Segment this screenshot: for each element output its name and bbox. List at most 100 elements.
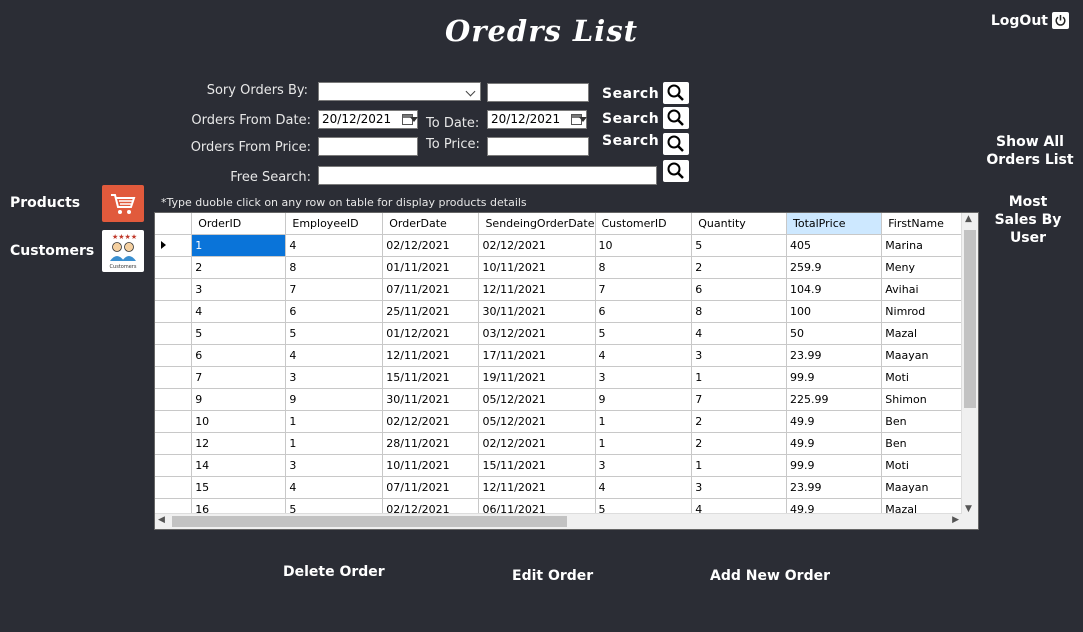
table-cell[interactable]: 1: [691, 366, 787, 389]
table-cell[interactable]: 30/11/2021: [382, 388, 480, 411]
table-cell[interactable]: 7: [285, 278, 384, 301]
scroll-right-icon[interactable]: ▶: [952, 515, 959, 525]
price-search-button[interactable]: Search: [602, 133, 659, 149]
row-header[interactable]: [155, 388, 193, 411]
table-cell[interactable]: 104.9: [786, 278, 883, 301]
table-cell[interactable]: 5: [595, 322, 693, 345]
table-cell[interactable]: 15: [191, 476, 287, 499]
free-search-input[interactable]: [318, 166, 657, 185]
table-cell[interactable]: 02/12/2021: [478, 234, 596, 257]
column-header[interactable]: Quantity: [691, 213, 787, 235]
table-row[interactable]: 10 1 02/12/2021 05/12/2021 1 2 49.9 Ben: [155, 410, 978, 433]
row-header[interactable]: [155, 256, 193, 279]
row-header[interactable]: [155, 344, 193, 367]
sort-select[interactable]: [318, 82, 481, 101]
table-row[interactable]: 15 4 07/11/2021 12/11/2021 4 3 23.99 Maayan: [155, 476, 978, 499]
row-header[interactable]: [155, 476, 193, 499]
table-cell[interactable]: 6: [285, 300, 384, 323]
row-header[interactable]: [155, 454, 193, 477]
table-cell[interactable]: 99.9: [786, 366, 883, 389]
table-cell[interactable]: 25/11/2021: [382, 300, 480, 323]
delete-order-button[interactable]: Delete Order: [283, 564, 385, 580]
customers-icon[interactable]: ★★★★ Customers: [102, 230, 144, 272]
table-cell[interactable]: 5: [691, 234, 787, 257]
table-row[interactable]: 4 6 25/11/2021 30/11/2021 6 8 100 Nimrod: [155, 300, 978, 323]
table-cell[interactable]: 17/11/2021: [478, 344, 596, 367]
table-cell[interactable]: 100: [786, 300, 883, 323]
table-row[interactable]: 5 5 01/12/2021 03/12/2021 5 4 50 Mazal: [155, 322, 978, 345]
from-date-picker[interactable]: 20/12/2021: [318, 110, 418, 129]
table-cell[interactable]: 7: [595, 278, 693, 301]
table-cell[interactable]: 7: [691, 388, 787, 411]
table-cell[interactable]: 5: [191, 322, 287, 345]
column-header[interactable]: EmployeeID: [285, 213, 384, 235]
table-cell[interactable]: 4: [285, 234, 384, 257]
row-header[interactable]: [155, 432, 193, 455]
table-cell[interactable]: 99.9: [786, 454, 883, 477]
table-cell[interactable]: 3: [595, 454, 693, 477]
table-cell[interactable]: 19/11/2021: [478, 366, 596, 389]
table-cell[interactable]: 12: [191, 432, 287, 455]
table-cell[interactable]: 12/11/2021: [382, 344, 480, 367]
table-row[interactable]: 6 4 12/11/2021 17/11/2021 4 3 23.99 Maayan: [155, 344, 978, 367]
table-cell[interactable]: 1: [691, 454, 787, 477]
table-cell[interactable]: 6: [595, 300, 693, 323]
search-icon[interactable]: [663, 107, 689, 129]
table-row[interactable]: 3 7 07/11/2021 12/11/2021 7 6 104.9 Avihai: [155, 278, 978, 301]
cart-icon[interactable]: [102, 185, 144, 222]
row-header[interactable]: [155, 234, 193, 257]
table-cell[interactable]: 2: [691, 432, 787, 455]
table-cell[interactable]: 50: [786, 322, 883, 345]
table-cell[interactable]: 4: [191, 300, 287, 323]
table-cell[interactable]: 12/11/2021: [478, 476, 596, 499]
table-cell[interactable]: 3: [595, 366, 693, 389]
table-cell[interactable]: 3: [691, 476, 787, 499]
table-cell[interactable]: 10: [595, 234, 693, 257]
scroll-left-icon[interactable]: ◀: [158, 515, 165, 525]
free-search-icon[interactable]: [663, 160, 689, 182]
logout-button[interactable]: LogOut: [991, 12, 1069, 29]
table-cell[interactable]: 5: [285, 322, 384, 345]
table-cell[interactable]: 2: [691, 256, 787, 279]
table-cell[interactable]: 4: [285, 476, 384, 499]
table-row[interactable]: 9 9 30/11/2021 05/12/2021 9 7 225.99 Shimon: [155, 388, 978, 411]
table-cell[interactable]: 30/11/2021: [478, 300, 596, 323]
horizontal-scroll-thumb[interactable]: [172, 516, 567, 527]
table-cell[interactable]: 4: [595, 344, 693, 367]
table-cell[interactable]: 02/12/2021: [478, 432, 596, 455]
table-cell[interactable]: 3: [285, 454, 384, 477]
table-cell[interactable]: 49.9: [786, 410, 883, 433]
table-cell[interactable]: 3: [691, 344, 787, 367]
table-cell[interactable]: 28/11/2021: [382, 432, 480, 455]
column-header[interactable]: SendeingOrderDate: [478, 213, 596, 235]
table-cell[interactable]: 4: [285, 344, 384, 367]
table-cell[interactable]: 4: [595, 476, 693, 499]
row-header[interactable]: [155, 300, 193, 323]
table-cell[interactable]: 05/12/2021: [478, 388, 596, 411]
table-cell[interactable]: 2: [191, 256, 287, 279]
table-cell[interactable]: 2: [691, 410, 787, 433]
table-cell[interactable]: 8: [285, 256, 384, 279]
search-icon[interactable]: [663, 82, 689, 104]
table-cell[interactable]: 6: [691, 278, 787, 301]
table-row[interactable]: 7 3 15/11/2021 19/11/2021 3 1 99.9 Moti: [155, 366, 978, 389]
table-cell[interactable]: 23.99: [786, 344, 883, 367]
table-cell[interactable]: 12/11/2021: [478, 278, 596, 301]
table-cell[interactable]: 07/11/2021: [382, 476, 480, 499]
vertical-scroll-thumb[interactable]: [964, 230, 976, 408]
table-row[interactable]: 14 3 10/11/2021 15/11/2021 3 1 99.9 Moti: [155, 454, 978, 477]
column-header[interactable]: TotalPrice: [786, 213, 883, 235]
table-cell[interactable]: 23.99: [786, 476, 883, 499]
from-price-input[interactable]: [318, 137, 418, 156]
search-icon[interactable]: [663, 133, 689, 155]
table-cell[interactable]: 02/12/2021: [382, 410, 480, 433]
table-cell[interactable]: 10/11/2021: [382, 454, 480, 477]
table-cell[interactable]: 405: [786, 234, 883, 257]
table-cell[interactable]: 07/11/2021: [382, 278, 480, 301]
sort-search-button[interactable]: Search: [602, 86, 659, 102]
table-row[interactable]: 1 4 02/12/2021 02/12/2021 10 5 405 Marina: [155, 234, 978, 257]
table-cell[interactable]: 4: [691, 322, 787, 345]
edit-order-button[interactable]: Edit Order: [512, 568, 593, 584]
table-cell[interactable]: 1: [595, 432, 693, 455]
most-sales-by-user-link[interactable]: Most Sales By User: [986, 193, 1070, 247]
